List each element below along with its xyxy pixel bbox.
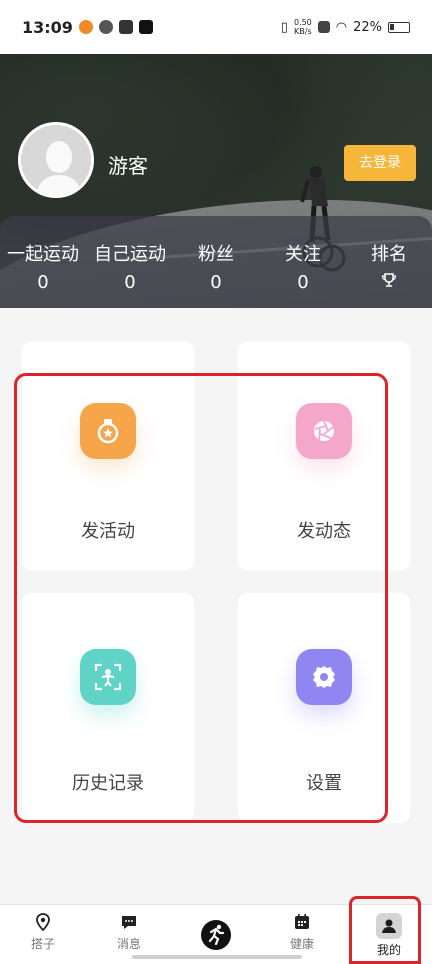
- trophy-icon: [381, 273, 397, 287]
- tiktok-icon: [138, 20, 153, 34]
- stat-label: 一起运动: [7, 244, 79, 265]
- stats-bar: 一起运动 0 自己运动 0 粉丝 0 关注 0 排名: [0, 216, 432, 308]
- stat-label: 排名: [371, 244, 407, 265]
- stat-value: 0: [124, 272, 136, 293]
- user-icon: [376, 913, 402, 939]
- default-avatar-icon: [21, 125, 91, 195]
- stat-value: 0: [37, 272, 49, 293]
- card-label: 历史记录: [72, 773, 144, 794]
- stat-exercise-together[interactable]: 一起运动 0: [0, 240, 86, 293]
- stat-value: 0: [210, 272, 222, 293]
- aperture-icon: [296, 403, 352, 459]
- wifi-icon: ◠: [335, 19, 348, 35]
- card-post-activity[interactable]: 发活动: [22, 341, 194, 571]
- card-settings[interactable]: 设置: [238, 593, 410, 823]
- location-pin-icon: [36, 913, 50, 931]
- net-speed-value: 0.50: [293, 18, 312, 27]
- stat-following[interactable]: 关注 0: [260, 240, 346, 293]
- stat-label: 粉丝: [198, 244, 234, 265]
- nav-label: 我的: [376, 943, 401, 957]
- battery-percent: 22%: [353, 19, 382, 35]
- no-sim-icon: [317, 21, 330, 33]
- nav-item-exercise[interactable]: [173, 919, 259, 951]
- mail-icon: [118, 20, 133, 34]
- status-bar: 13:09 ▯ 0.50 KB/s ◠ 22%: [0, 0, 432, 54]
- avatar[interactable]: [18, 122, 94, 198]
- nav-label: 健康: [289, 937, 314, 951]
- username: 游客: [108, 154, 148, 178]
- card-history[interactable]: 历史记录: [22, 593, 194, 823]
- nav-item-mine[interactable]: 我的: [346, 913, 432, 958]
- nav-label: 搭子: [30, 937, 55, 951]
- home-indicator: [132, 955, 302, 959]
- app-notification-icon: [98, 20, 113, 34]
- card-post-moment[interactable]: 发动态: [238, 341, 410, 571]
- calendar-icon: [295, 914, 309, 929]
- person-scan-icon: [80, 649, 136, 705]
- nav-item-partner[interactable]: 搭子: [0, 913, 86, 952]
- nav-item-health[interactable]: 健康: [259, 913, 345, 952]
- net-speed-unit: KB/s: [294, 27, 312, 36]
- vibrate-icon: ▯: [280, 19, 288, 35]
- card-label: 发活动: [81, 521, 135, 542]
- stat-label: 自己运动: [94, 244, 166, 265]
- stat-label: 关注: [285, 244, 321, 265]
- gear-icon: [296, 649, 352, 705]
- running-icon: [201, 920, 231, 950]
- stat-ranking[interactable]: 排名: [346, 240, 432, 292]
- chat-bubble-icon: [122, 916, 136, 929]
- stat-fans[interactable]: 粉丝 0: [173, 240, 259, 293]
- battery-icon: [388, 21, 410, 33]
- medal-icon: [80, 403, 136, 459]
- nav-item-messages[interactable]: 消息: [86, 913, 172, 952]
- net-speed: 0.50 KB/s: [294, 18, 312, 36]
- status-time: 13:09: [22, 17, 73, 37]
- stat-value: 0: [297, 272, 309, 293]
- login-button[interactable]: 去登录: [344, 145, 416, 181]
- card-label: 设置: [306, 773, 342, 794]
- weibo-icon: [78, 20, 93, 34]
- stat-exercise-alone[interactable]: 自己运动 0: [87, 240, 173, 293]
- nav-label: 消息: [116, 937, 141, 951]
- card-label: 发动态: [297, 521, 351, 542]
- profile-header: 游客 去登录 一起运动 0 自己运动 0 粉丝 0 关注 0 排名: [0, 54, 432, 308]
